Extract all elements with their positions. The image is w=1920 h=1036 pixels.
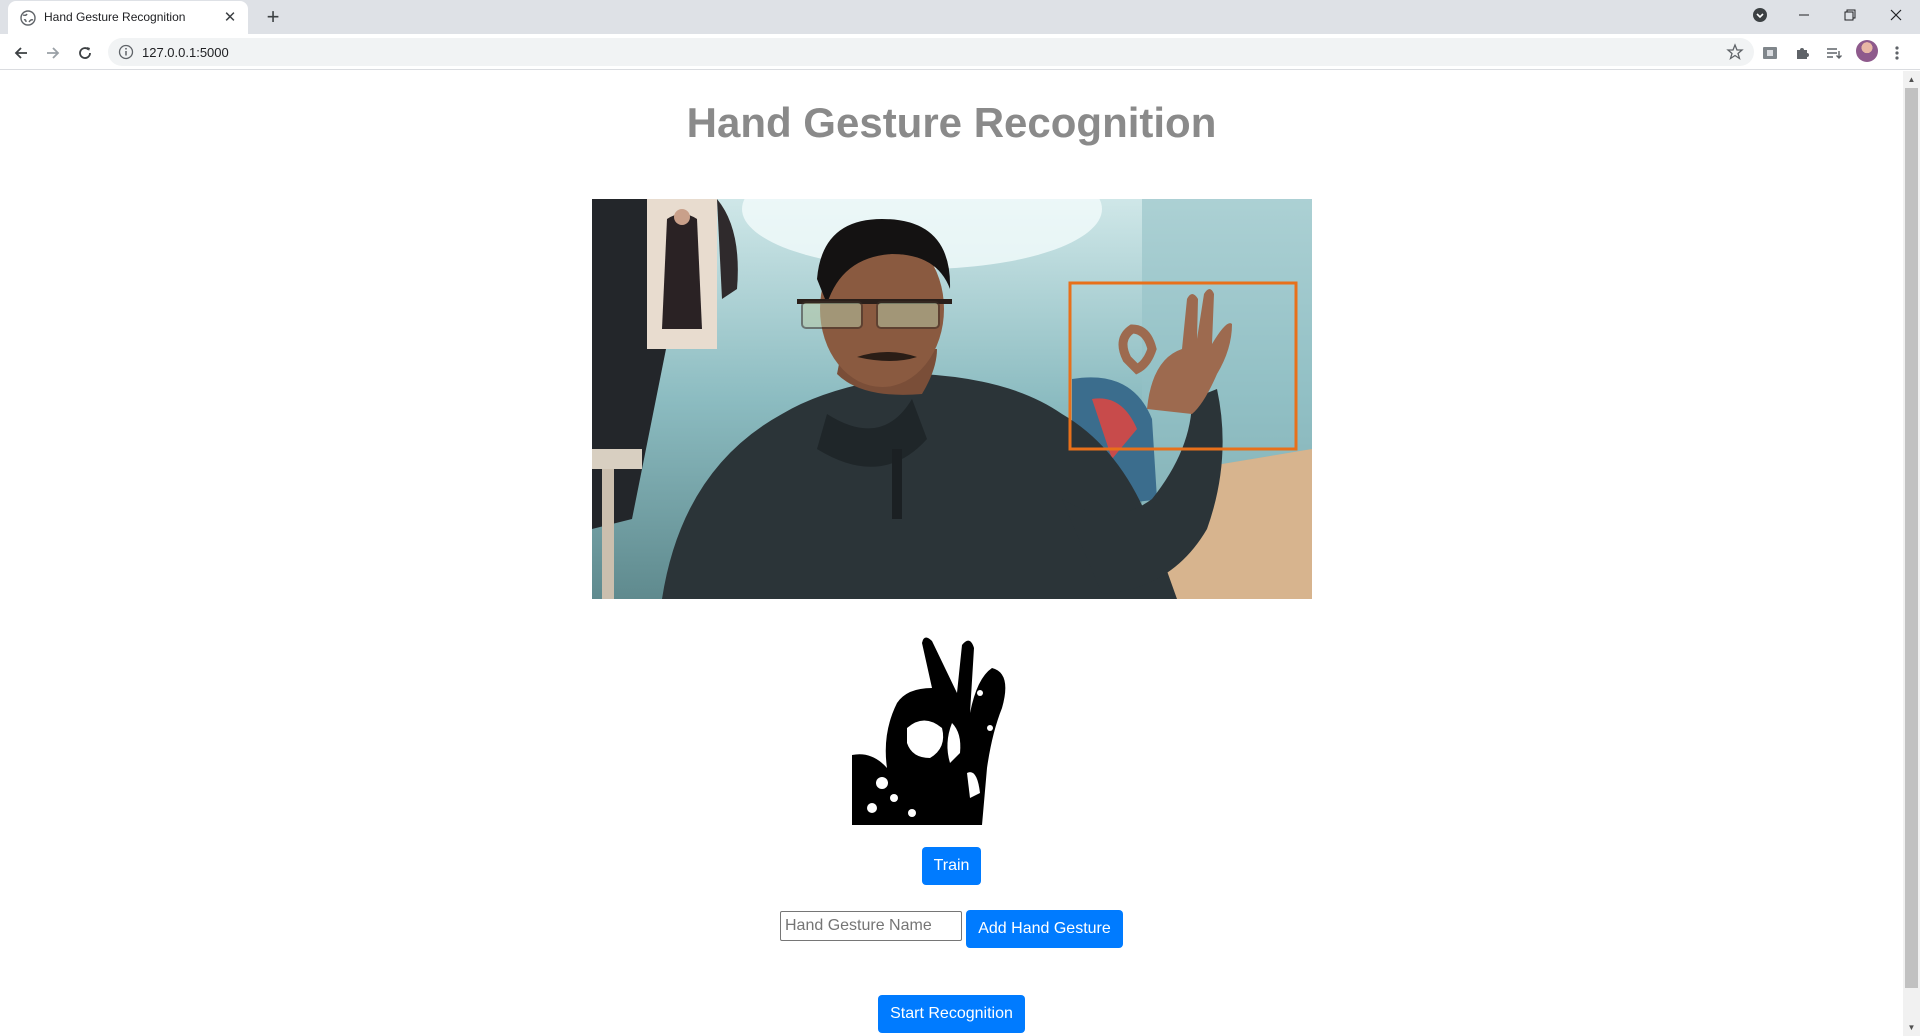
scroll-down-icon[interactable]: ▼ [1907,1023,1916,1032]
tab-title: Hand Gesture Recognition [44,10,186,24]
kebab-menu-icon[interactable] [1887,43,1907,63]
tab-search-icon[interactable] [1738,0,1782,30]
minimize-icon[interactable] [1782,0,1826,30]
reading-list-icon[interactable] [1824,43,1844,63]
media-icon[interactable] [1760,43,1780,63]
page-viewport: Hand Gesture Recognition Train Hand Gest… [0,71,1903,1036]
back-arrow-icon[interactable] [11,43,31,63]
address-bar[interactable]: 127.0.0.1:5000 [108,38,1754,66]
plus-icon[interactable]: + [262,6,284,28]
forward-arrow-icon[interactable] [43,43,63,63]
page-scrollbar[interactable]: ▲ ▼ [1903,71,1920,1036]
puzzle-icon[interactable] [1792,43,1812,63]
add-gesture-button[interactable]: Add Hand Gesture [966,910,1123,948]
webcam-feed [592,199,1312,599]
tab-strip: Hand Gesture Recognition ✕ + [0,0,1920,34]
reload-icon[interactable] [75,43,95,63]
star-icon[interactable] [1726,43,1744,61]
page-title: Hand Gesture Recognition [686,99,1217,146]
train-button[interactable]: Train [922,847,981,885]
start-recognition-button[interactable]: Start Recognition [878,995,1025,1033]
browser-toolbar: 127.0.0.1:5000 [0,34,1920,70]
profile-avatar[interactable] [1856,40,1878,62]
restore-icon[interactable] [1828,0,1872,30]
info-icon[interactable] [118,44,134,60]
globe-icon [20,10,36,26]
gesture-name-input[interactable] [780,911,962,941]
close-icon[interactable] [1874,0,1918,30]
browser-tab[interactable]: Hand Gesture Recognition ✕ [8,1,248,34]
close-icon[interactable]: ✕ [222,10,238,26]
hand-threshold-mask [852,633,1010,825]
url-text: 127.0.0.1:5000 [142,45,229,60]
scroll-thumb[interactable] [1905,88,1918,988]
scroll-up-icon[interactable]: ▲ [1907,75,1916,84]
